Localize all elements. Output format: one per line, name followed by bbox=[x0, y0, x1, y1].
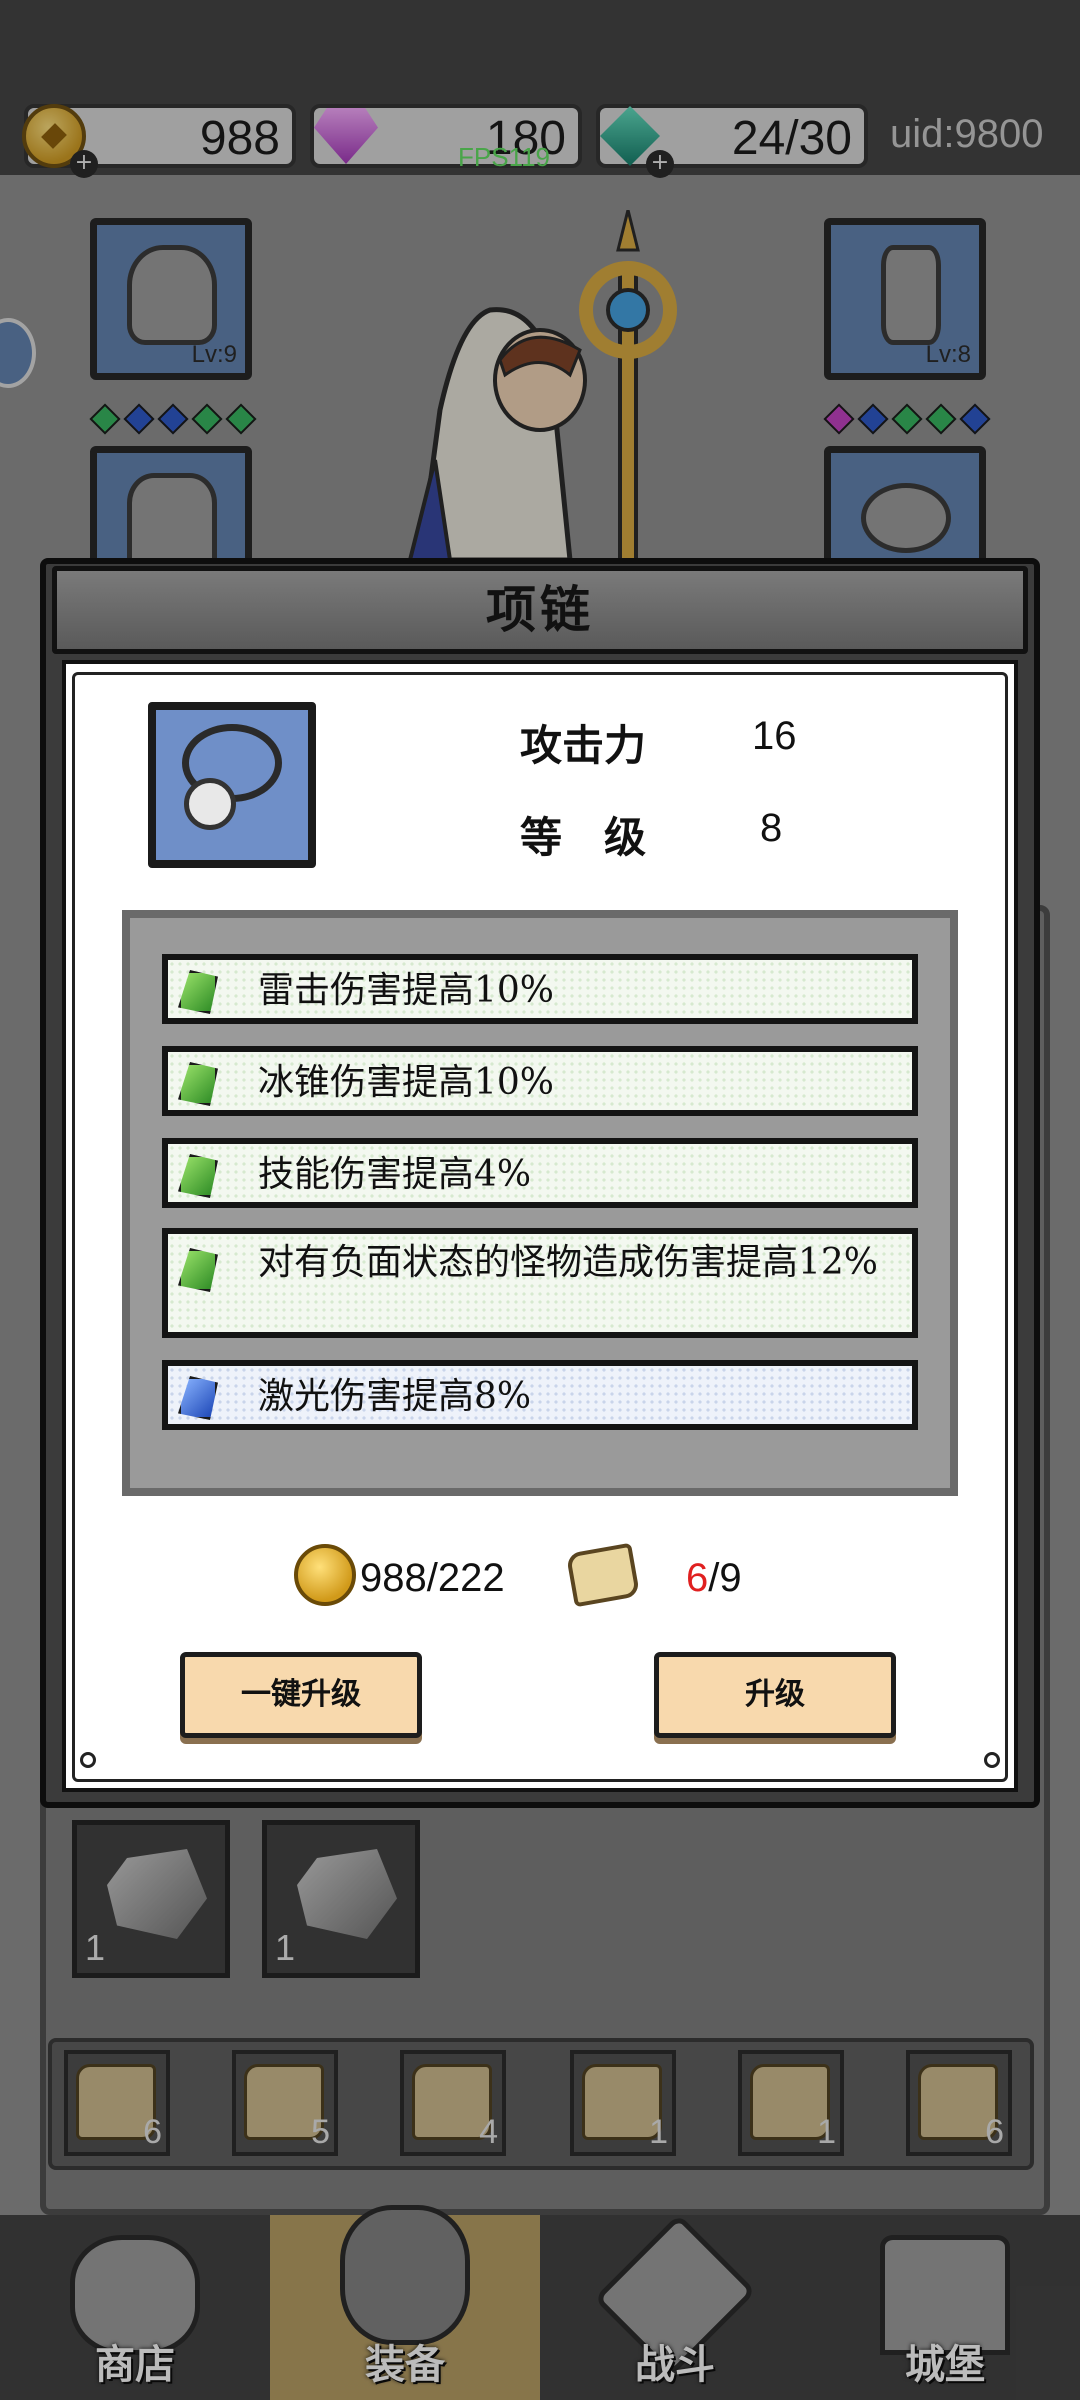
corner-rivet bbox=[80, 1752, 96, 1768]
attack-value: 16 bbox=[752, 714, 797, 758]
bonus-text: 技能伤害提高4% bbox=[258, 1154, 532, 1195]
gold-cost: 988/222 bbox=[360, 1556, 505, 1600]
level-value: 8 bbox=[760, 806, 783, 850]
pendant-icon bbox=[184, 778, 236, 830]
necklace-item-slot bbox=[148, 702, 316, 868]
bonus-row: 激光伤害提高8% bbox=[162, 1360, 918, 1430]
scroll-have: 6 bbox=[686, 1556, 709, 1600]
scroll-need: /9 bbox=[708, 1556, 742, 1600]
attack-label: 攻击力 bbox=[520, 721, 647, 770]
bonus-text: 对有负面状态的怪物造成伤害提高12% bbox=[258, 1242, 879, 1283]
modal-title: 项链 bbox=[486, 580, 594, 639]
bonus-row: 对有负面状态的怪物造成伤害提高12% bbox=[162, 1228, 918, 1338]
gold-coin-icon bbox=[294, 1544, 356, 1606]
green-gem-icon bbox=[178, 1154, 218, 1198]
level-label: 等 级 bbox=[520, 813, 647, 862]
upgrade-button[interactable]: 升级 bbox=[654, 1652, 896, 1738]
blue-gem-icon bbox=[178, 1376, 218, 1420]
green-gem-icon bbox=[178, 1248, 218, 1292]
corner-rivet bbox=[984, 1752, 1000, 1768]
green-gem-icon bbox=[178, 970, 218, 1014]
green-gem-icon bbox=[178, 1062, 218, 1106]
bonus-row: 技能伤害提高4% bbox=[162, 1138, 918, 1208]
upgrade-all-button[interactable]: 一键升级 bbox=[180, 1652, 422, 1738]
bonus-row: 雷击伤害提高10% bbox=[162, 954, 918, 1024]
bonus-text: 激光伤害提高8% bbox=[258, 1376, 532, 1417]
bonus-text: 冰锥伤害提高10% bbox=[258, 1062, 555, 1103]
bonus-text: 雷击伤害提高10% bbox=[258, 970, 555, 1011]
scroll-cost: 6/9 bbox=[686, 1556, 742, 1601]
bonus-row: 冰锥伤害提高10% bbox=[162, 1046, 918, 1116]
